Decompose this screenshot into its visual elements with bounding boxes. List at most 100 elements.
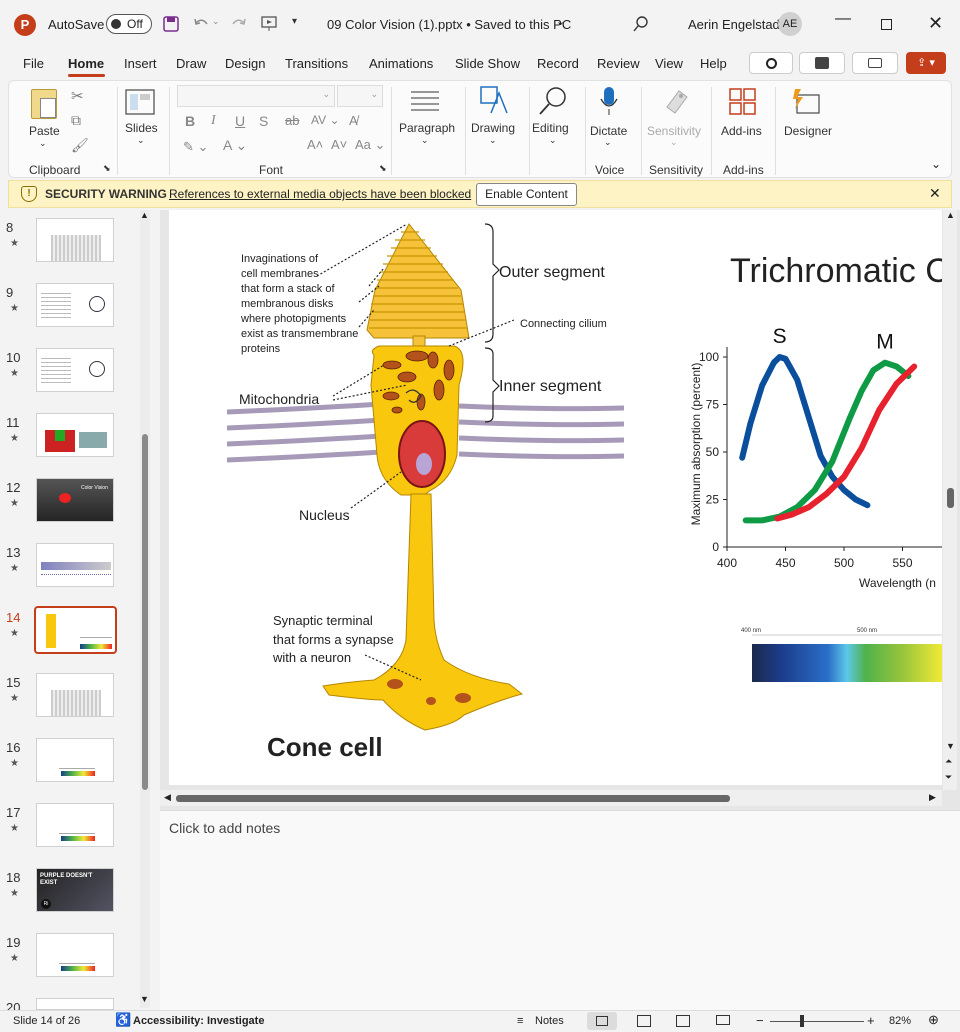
thumb-scroll-thumb[interactable] <box>142 434 148 790</box>
underline-icon[interactable]: U <box>235 113 245 129</box>
enable-content-button[interactable]: Enable Content <box>476 183 577 206</box>
format-painter-icon[interactable]: 🖌 <box>71 137 89 154</box>
warning-close-icon[interactable]: ✕ <box>929 185 941 202</box>
shadow-icon[interactable]: S <box>259 113 268 129</box>
slide-thumbnail[interactable]: Color Vision <box>36 478 114 522</box>
editing-button[interactable]: Editing <box>532 121 569 135</box>
font-size-select[interactable]: ⌄ <box>337 85 383 107</box>
notes-pane[interactable]: Click to add notes <box>160 810 960 1010</box>
font-color-icon[interactable]: A ⌄ <box>223 137 247 154</box>
slide-thumbnail[interactable] <box>36 738 114 782</box>
slide-thumbnail[interactable]: PURPLE DOESN'T EXIST Ri <box>36 868 114 912</box>
maximize-icon[interactable] <box>881 19 892 30</box>
dictate-dropdown-icon[interactable]: ⌄ <box>604 137 612 148</box>
normal-view-icon[interactable] <box>587 1012 617 1030</box>
designer-button[interactable]: Designer <box>784 124 832 138</box>
microphone-icon[interactable] <box>599 85 619 117</box>
slide-scroll-up-icon[interactable]: ▲ <box>946 210 955 220</box>
designer-icon[interactable] <box>791 87 823 117</box>
italic-icon[interactable]: I <box>211 113 216 129</box>
tab-transitions[interactable]: Transitions <box>285 56 348 71</box>
tab-draw[interactable]: Draw <box>176 56 206 71</box>
slide-thumbnail[interactable] <box>36 803 114 847</box>
tab-help[interactable]: Help <box>700 56 727 71</box>
tab-animations[interactable]: Animations <box>369 56 433 71</box>
slide-scroll-down-icon[interactable]: ▼ <box>946 741 955 751</box>
save-icon[interactable] <box>163 16 179 32</box>
close-icon[interactable]: ✕ <box>928 13 943 34</box>
slide-thumbnail[interactable] <box>36 933 114 977</box>
slide-canvas[interactable]: Invaginations of cell membranes that for… <box>169 210 942 785</box>
tab-slide-show[interactable]: Slide Show <box>455 56 520 71</box>
autosave-toggle[interactable]: Off <box>106 14 152 34</box>
undo-dropdown-icon[interactable]: ⌄ <box>212 16 220 27</box>
tab-home[interactable]: Home <box>68 56 104 71</box>
slide-sorter-icon[interactable] <box>637 1015 651 1027</box>
decrease-font-icon[interactable]: A˅ <box>331 137 347 152</box>
minimize-icon[interactable]: — <box>835 10 851 28</box>
slides-button[interactable]: Slides <box>125 121 158 135</box>
change-case-icon[interactable]: Aa ⌄ <box>355 137 385 153</box>
slide-thumbnail[interactable] <box>34 606 117 654</box>
zoom-slider-track[interactable] <box>770 1021 864 1022</box>
tab-file[interactable]: File <box>23 56 44 71</box>
zoom-slider-thumb[interactable] <box>800 1015 804 1027</box>
slide-thumbnail[interactable] <box>36 998 114 1010</box>
present-from-start-icon[interactable] <box>260 15 278 33</box>
thumb-scroll-up-icon[interactable]: ▲ <box>140 210 149 220</box>
font-launcher-icon[interactable]: ⬊ <box>379 163 387 174</box>
new-slide-icon[interactable] <box>125 89 155 115</box>
comments-button[interactable] <box>852 52 898 74</box>
notes-toggle-icon[interactable]: ≡ <box>517 1015 523 1027</box>
notes-placeholder[interactable]: Click to add notes <box>169 820 280 836</box>
tab-insert[interactable]: Insert <box>124 56 157 71</box>
bold-icon[interactable]: B <box>185 113 195 129</box>
paste-icon[interactable] <box>31 89 57 119</box>
slide-thumbnail[interactable] <box>36 413 114 457</box>
hscroll-left-icon[interactable]: ◀ <box>164 792 171 803</box>
slide-vscroll-thumb[interactable] <box>947 488 954 508</box>
hscroll-right-icon[interactable]: ▶ <box>929 792 936 803</box>
accessibility-status[interactable]: Accessibility: Investigate <box>133 1015 264 1027</box>
user-name[interactable]: Aerin Engelstad <box>688 17 780 32</box>
drawing-button[interactable]: Drawing <box>471 121 515 135</box>
paragraph-button[interactable]: Paragraph <box>399 121 455 135</box>
thumb-scroll-down-icon[interactable]: ▼ <box>140 994 149 1004</box>
user-avatar[interactable]: AE <box>778 12 802 36</box>
tab-record[interactable]: Record <box>537 56 579 71</box>
addins-button[interactable]: Add-ins <box>721 124 762 138</box>
slide-thumbnail[interactable] <box>36 283 114 327</box>
accessibility-icon[interactable]: ♿ <box>115 1012 131 1028</box>
slide-hscroll-thumb[interactable] <box>176 795 730 802</box>
slide-thumbnail[interactable] <box>36 348 114 392</box>
editing-dropdown-icon[interactable]: ⌄ <box>549 135 557 146</box>
paragraph-dropdown-icon[interactable]: ⌄ <box>421 135 429 146</box>
zoom-in-icon[interactable]: + <box>867 1013 875 1028</box>
sensitivity-dropdown-icon[interactable]: ⌄ <box>670 137 678 148</box>
font-name-select[interactable]: ⌄ <box>177 85 335 107</box>
fit-to-window-icon[interactable]: ⊕ <box>928 1012 939 1028</box>
document-title[interactable]: 09 Color Vision (1).pptx • Saved to this… <box>327 17 571 32</box>
redo-icon[interactable] <box>230 16 248 32</box>
tab-view[interactable]: View <box>655 56 683 71</box>
slideshow-view-icon[interactable] <box>716 1015 730 1025</box>
customize-toolbar-icon[interactable]: ▾ <box>292 16 297 27</box>
previous-slide-icon[interactable]: ⏶ <box>945 756 952 767</box>
tab-design[interactable]: Design <box>225 56 265 71</box>
clipboard-launcher-icon[interactable]: ⬊ <box>103 163 111 174</box>
ribbon-collapse-icon[interactable]: ⌄ <box>931 157 941 171</box>
dictate-button[interactable]: Dictate <box>590 124 627 138</box>
slide-thumbnail[interactable] <box>36 543 114 587</box>
drawing-dropdown-icon[interactable]: ⌄ <box>489 135 497 146</box>
warning-message[interactable]: References to external media objects hav… <box>169 187 471 201</box>
title-dropdown-icon[interactable]: ⌄ <box>556 15 565 28</box>
zoom-level[interactable]: 82% <box>889 1015 911 1027</box>
present-teams-button[interactable] <box>799 52 845 74</box>
strikethrough-icon[interactable]: ab <box>285 113 299 128</box>
notes-toggle-button[interactable]: Notes <box>535 1015 564 1027</box>
sensitivity-button[interactable]: Sensitivity <box>647 124 701 138</box>
clear-format-icon[interactable]: A̸ <box>349 113 358 128</box>
zoom-out-icon[interactable]: − <box>756 1013 764 1028</box>
find-icon[interactable] <box>537 85 569 117</box>
next-slide-icon[interactable]: ⏷ <box>945 772 952 783</box>
